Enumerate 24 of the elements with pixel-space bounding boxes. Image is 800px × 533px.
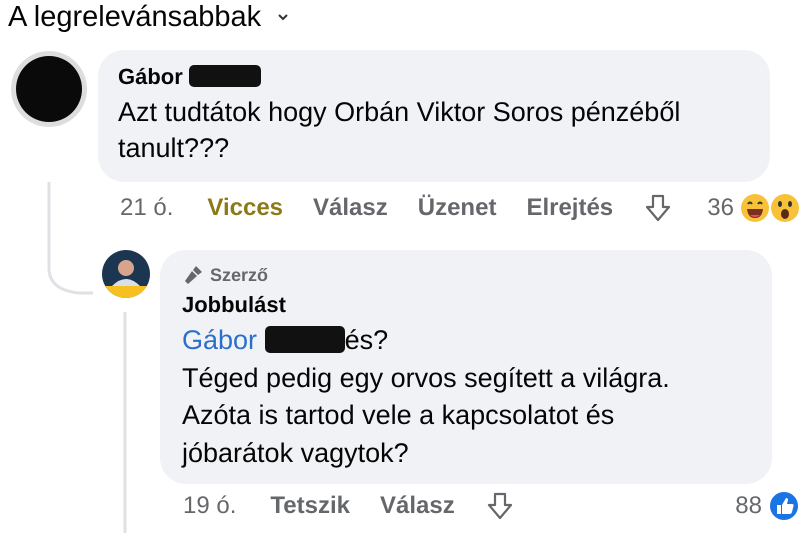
timestamp[interactable]: 19 ó. bbox=[183, 492, 236, 520]
action-link[interactable]: Válasz bbox=[380, 492, 455, 520]
author-label: Szerző bbox=[210, 264, 268, 286]
reply-text: Téged pedig egy orvos segített a világra. Azóta is tartod vele a kapcsolatot és jóbarátok vagytok? bbox=[182, 362, 671, 470]
mention-link[interactable]: Gábor bbox=[182, 325, 345, 355]
laughing-face-icon[interactable] bbox=[740, 193, 770, 223]
action-link[interactable]: Tetszik bbox=[270, 492, 350, 520]
avatar-icon[interactable] bbox=[10, 50, 88, 128]
surprised-face-icon[interactable] bbox=[770, 193, 800, 223]
reaction-count[interactable]: 36 bbox=[707, 194, 734, 222]
thumbs-up-icon[interactable] bbox=[768, 490, 800, 522]
action-link[interactable]: Elrejtés bbox=[526, 194, 614, 222]
author-name[interactable]: Jobbulást bbox=[182, 292, 752, 318]
sort-dropdown[interactable]: A legrelevánsabbak bbox=[8, 0, 290, 34]
timestamp[interactable]: 21 ó. bbox=[120, 194, 174, 222]
reply-first-line: Gábor és? bbox=[182, 324, 390, 357]
action-link[interactable]: Válasz bbox=[313, 194, 388, 222]
reaction-count[interactable]: 88 bbox=[735, 492, 762, 520]
reaction-link[interactable]: Vicces bbox=[207, 194, 284, 222]
microphone-icon bbox=[182, 264, 204, 286]
chevron-down-icon bbox=[277, 13, 290, 21]
action-link[interactable]: Üzenet bbox=[418, 194, 496, 222]
comment-text: Azt tudtátok hogy Orbán Viktor Soros pénzéből tanult??? bbox=[118, 96, 682, 165]
author-name[interactable]: Gábor bbox=[118, 64, 750, 90]
